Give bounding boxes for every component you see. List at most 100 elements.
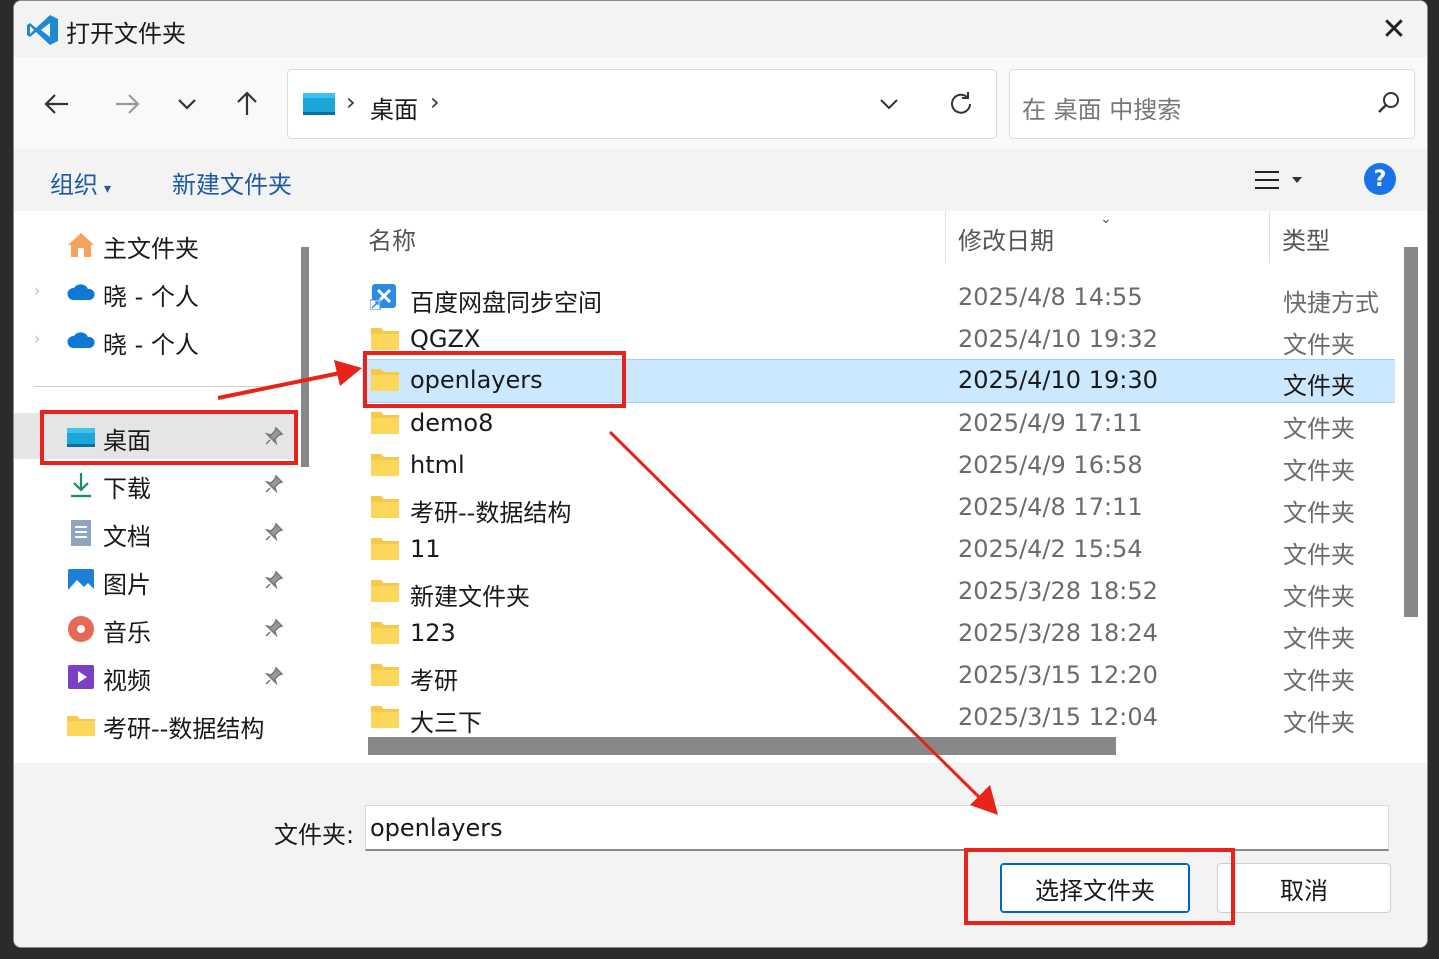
sidebar-item-label: 图片	[103, 571, 151, 599]
sidebar-item-documents[interactable]: 文档	[14, 509, 294, 555]
onedrive-icon	[67, 284, 95, 300]
pin-icon[interactable]	[264, 474, 284, 494]
refresh-button[interactable]	[943, 86, 979, 122]
pin-icon[interactable]	[264, 570, 284, 590]
file-row[interactable]: 123 2025/3/28 18:24 文件夹	[362, 613, 1395, 655]
file-list: 名称 ⌄ 修改日期 类型 百度网盘同步空间 2025/4/8 14:55 快捷方…	[334, 211, 1395, 763]
address-history-dropdown[interactable]	[873, 88, 905, 120]
pin-icon[interactable]	[264, 618, 284, 638]
sidebar-item-label: 桌面	[103, 427, 151, 455]
file-row[interactable]: 百度网盘同步空间 2025/4/8 14:55 快捷方式	[362, 277, 1395, 319]
sidebar-item-videos[interactable]: 视频	[14, 653, 294, 699]
breadcrumb-desktop[interactable]: 桌面	[370, 90, 418, 125]
sidebar-item-downloads[interactable]: 下载	[14, 461, 294, 507]
file-type: 文件夹	[1283, 457, 1355, 485]
shortcut-icon	[370, 284, 396, 310]
select-folder-button[interactable]: 选择文件夹	[1000, 863, 1190, 913]
arrow-left-icon	[44, 94, 68, 114]
sidebar-item-label: 晓 - 个人	[103, 331, 199, 359]
folder-icon	[371, 706, 399, 728]
up-button[interactable]	[222, 79, 272, 129]
file-row[interactable]: html 2025/4/9 16:58 文件夹	[362, 445, 1395, 487]
folder-icon	[371, 454, 399, 476]
new-folder-button[interactable]: 新建文件夹	[172, 165, 292, 200]
file-row[interactable]: 大三下 2025/3/15 12:04 文件夹	[362, 697, 1395, 739]
folder-icon	[371, 328, 399, 350]
file-type: 文件夹	[1283, 331, 1355, 359]
recent-locations-button[interactable]	[162, 79, 212, 129]
organize-label: 组织	[50, 171, 98, 199]
file-date: 2025/4/8 14:55	[958, 283, 1143, 311]
file-date: 2025/4/9 16:58	[958, 451, 1143, 479]
document-icon	[71, 520, 91, 546]
arrow-up-icon	[237, 91, 257, 115]
file-row[interactable]: 考研 2025/3/15 12:20 文件夹	[362, 655, 1395, 697]
breadcrumb-separator[interactable]: ›	[430, 88, 440, 116]
breadcrumb-separator: ›	[346, 88, 356, 116]
file-list-scrollbar-thumb[interactable]	[1404, 247, 1418, 617]
organize-menu[interactable]: 组织 ▾	[50, 165, 111, 200]
file-row[interactable]: demo8 2025/4/9 17:11 文件夹	[362, 403, 1395, 445]
desktop-icon	[303, 93, 335, 115]
file-name: 123	[410, 619, 456, 647]
sidebar-item-home[interactable]: 主文件夹	[14, 221, 294, 267]
column-header-modified[interactable]: 修改日期	[958, 221, 1054, 256]
search-icon	[1378, 92, 1399, 113]
pin-icon[interactable]	[264, 666, 284, 686]
column-divider[interactable]	[945, 211, 946, 263]
chevron-right-icon[interactable]: ›	[34, 281, 40, 300]
column-divider[interactable]	[1269, 211, 1270, 263]
arrow-right-icon	[116, 94, 140, 114]
folder-icon	[371, 496, 399, 518]
caret-down-icon	[1292, 177, 1302, 183]
video-icon	[68, 665, 94, 689]
title-bar: 打开文件夹 ✕	[14, 1, 1427, 57]
sidebar-item-label: 考研--数据结构	[103, 715, 265, 743]
folder-icon	[371, 369, 399, 391]
file-date: 2025/3/15 12:04	[958, 703, 1158, 731]
sidebar-item-pictures[interactable]: 图片	[14, 557, 294, 603]
file-row[interactable]: 11 2025/4/2 15:54 文件夹	[362, 529, 1395, 571]
file-row-selected[interactable]: openlayers 2025/4/10 19:30 文件夹	[362, 359, 1395, 403]
file-type: 文件夹	[1283, 415, 1355, 443]
pin-icon[interactable]	[264, 426, 284, 446]
onedrive-icon	[67, 332, 95, 348]
sidebar-item-music[interactable]: 音乐	[14, 605, 294, 651]
back-button[interactable]	[32, 79, 82, 129]
column-header-name[interactable]: 名称	[368, 221, 416, 256]
address-bar[interactable]: › 桌面 ›	[287, 69, 997, 139]
sidebar-item-desktop[interactable]: 桌面	[14, 413, 294, 459]
folder-name-input[interactable]	[365, 805, 1389, 851]
chevron-down-icon	[880, 99, 898, 110]
pin-icon[interactable]	[264, 522, 284, 542]
forward-button[interactable]	[102, 79, 152, 129]
file-row[interactable]: 新建文件夹 2025/3/28 18:52 文件夹	[362, 571, 1395, 613]
folder-icon	[371, 622, 399, 644]
cancel-button[interactable]: 取消	[1217, 863, 1391, 913]
file-date: 2025/4/2 15:54	[958, 535, 1143, 563]
close-button[interactable]: ✕	[1361, 1, 1427, 57]
download-icon	[71, 473, 91, 498]
file-date: 2025/3/28 18:24	[958, 619, 1158, 647]
column-header-type[interactable]: 类型	[1282, 221, 1330, 256]
file-date: 2025/4/8 17:11	[958, 493, 1143, 521]
sidebar-item-folder[interactable]: 考研--数据结构	[14, 701, 294, 747]
file-date: 2025/3/15 12:20	[958, 661, 1158, 689]
horizontal-scrollbar-thumb[interactable]	[368, 737, 1116, 755]
file-type: 文件夹	[1283, 625, 1355, 653]
file-row[interactable]: QGZX 2025/4/10 19:32 文件夹	[362, 319, 1395, 361]
file-type: 文件夹	[1283, 499, 1355, 527]
vscode-icon	[27, 15, 58, 45]
sidebar-scrollbar-thumb[interactable]	[301, 247, 309, 467]
sidebar-item-onedrive-1[interactable]: › 晓 - 个人	[14, 269, 294, 315]
help-button[interactable]: ?	[1364, 163, 1396, 195]
file-name: 11	[410, 535, 441, 563]
folder-icon	[371, 580, 399, 602]
search-input[interactable]: 在 桌面 中搜索	[1009, 69, 1415, 139]
file-row[interactable]: 考研--数据结构 2025/4/8 17:11 文件夹	[362, 487, 1395, 529]
sidebar-item-onedrive-2[interactable]: › 晓 - 个人	[14, 317, 294, 363]
refresh-icon	[951, 92, 971, 114]
folder-icon	[67, 716, 95, 736]
chevron-right-icon[interactable]: ›	[34, 329, 40, 348]
view-options-button[interactable]	[1254, 165, 1312, 195]
